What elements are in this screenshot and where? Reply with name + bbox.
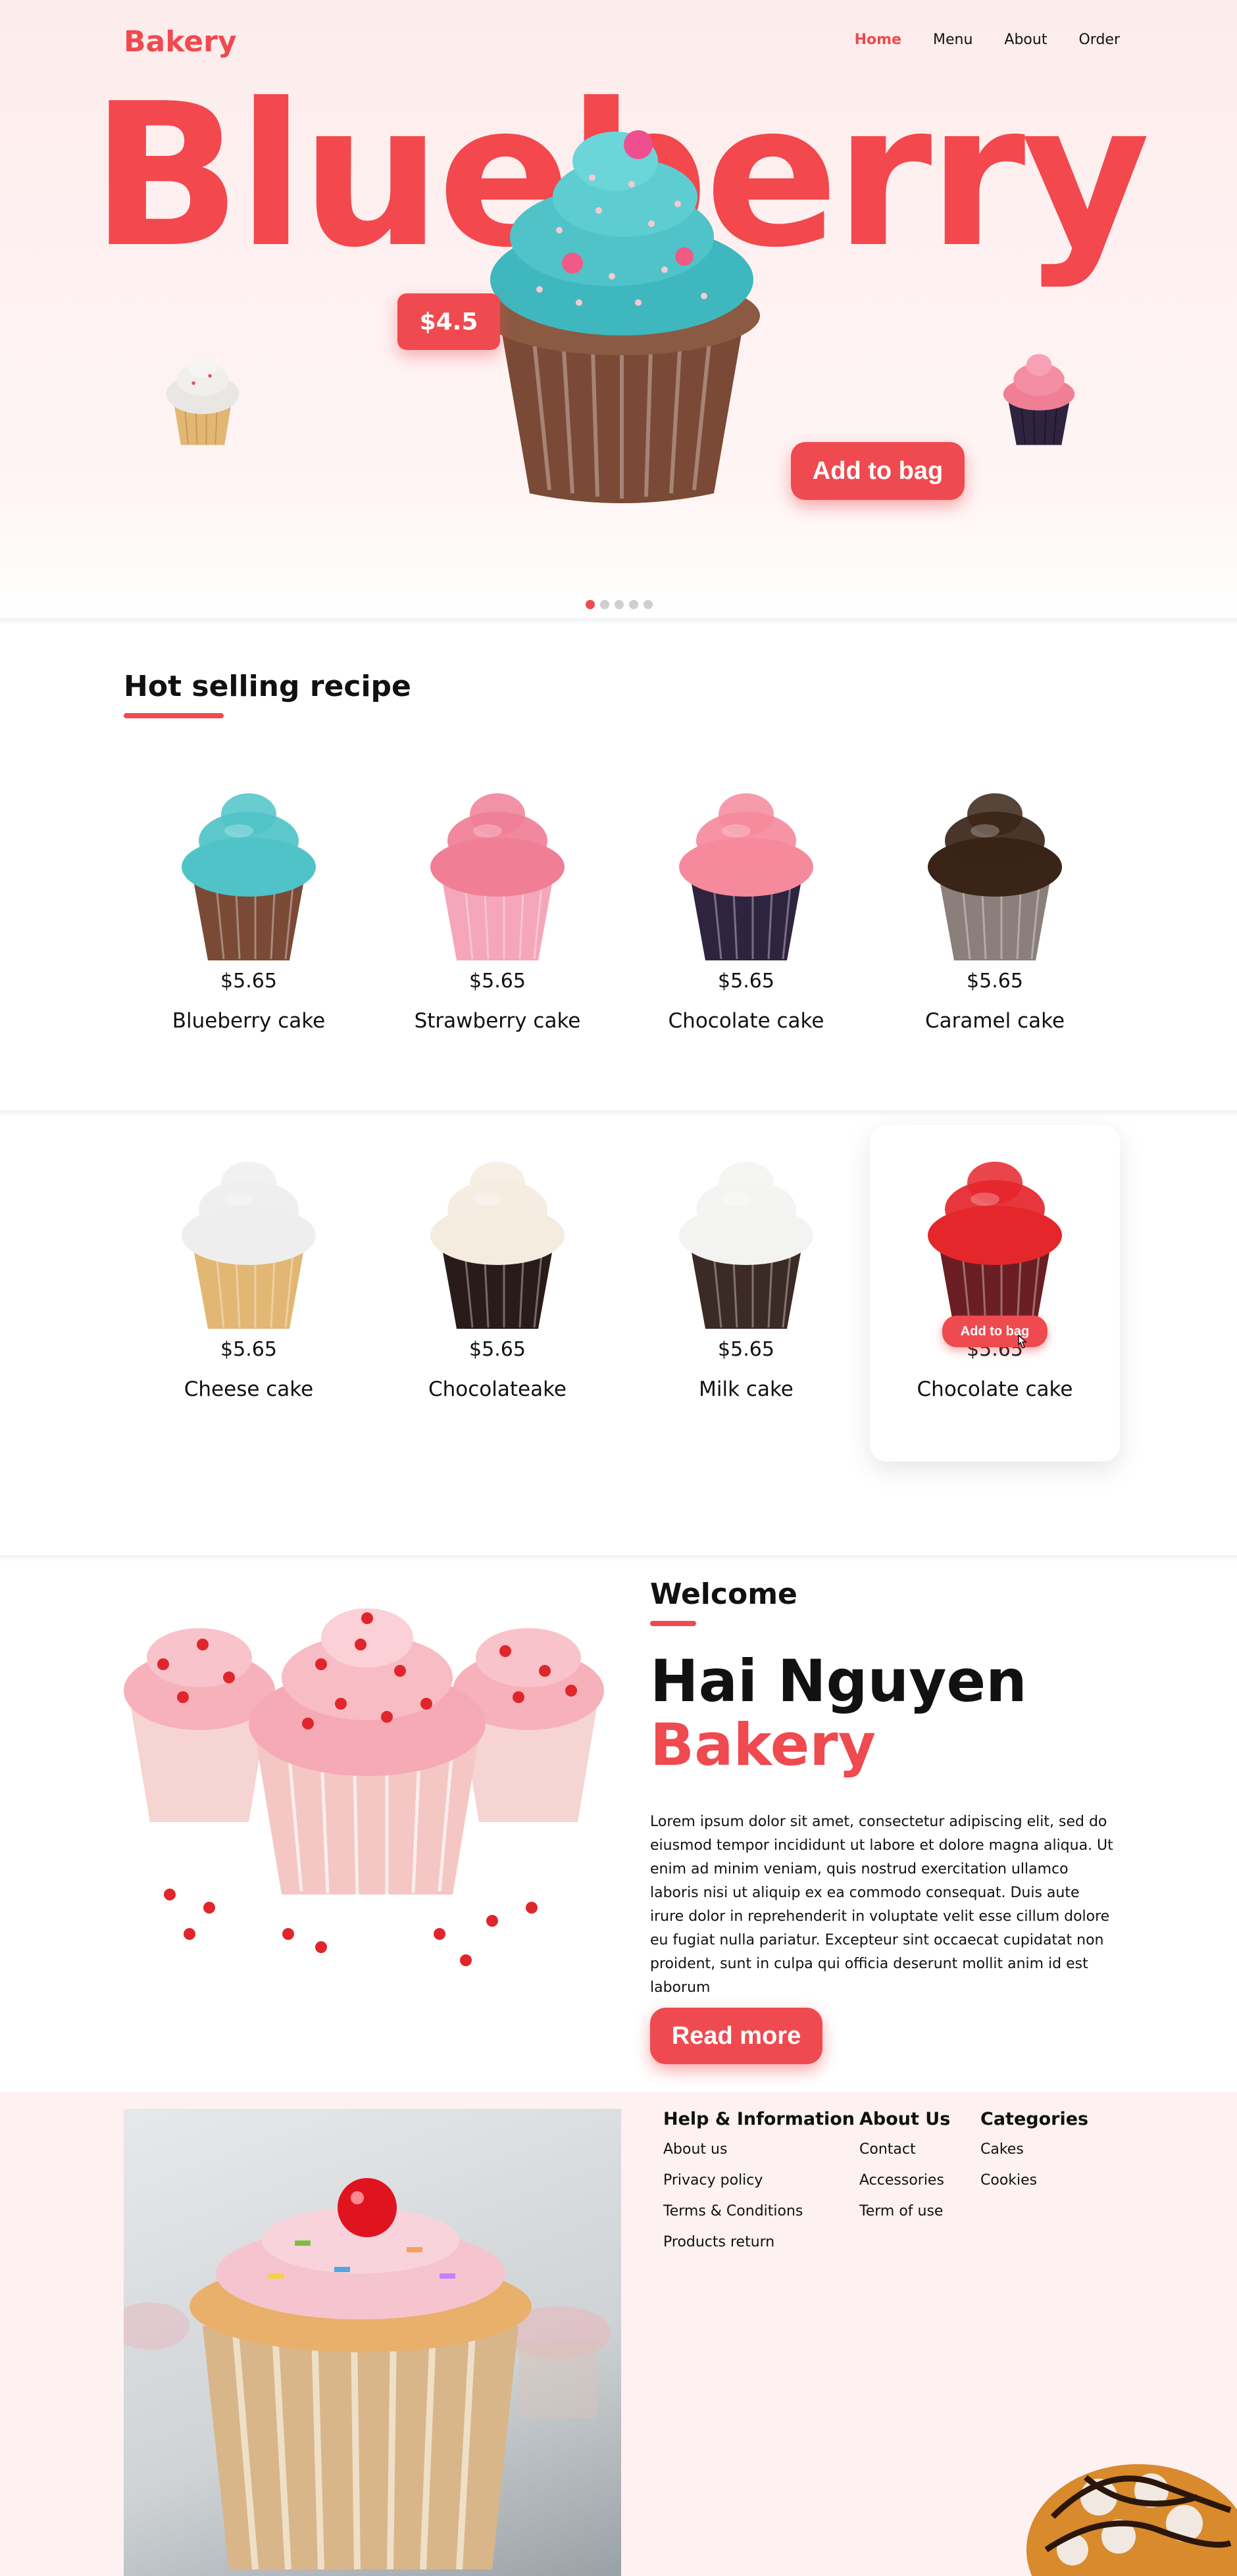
welcome-heading: Welcome [650,1577,797,1611]
product-image[interactable] [170,768,328,966]
product-image[interactable] [667,1137,825,1334]
footer-link-contact[interactable]: Contact [859,2141,950,2158]
product-image[interactable] [667,768,825,966]
product-price: $5.65 [469,970,526,993]
product-price: $5.65 [718,1338,774,1361]
hero-add-to-bag-button[interactable]: Add to bag [791,442,965,500]
bakery-name-line1: Hai Nguyen [650,1647,1027,1715]
section-divider [0,618,1237,625]
carousel-dots [586,600,653,609]
product-card[interactable]: $5.65 Blueberry cake [124,756,374,1093]
footer-help-column: Help & Information About us Privacy poli… [663,2109,855,2265]
product-card[interactable]: $5.65 Cheese cake [124,1125,374,1462]
carousel-dot[interactable] [586,600,595,609]
hero-cupcake-image [480,105,763,507]
hot-selling-title: Hot selling recipe [124,670,411,703]
carousel-dot[interactable] [629,600,638,609]
product-card[interactable]: $5.65 Milk cake [621,1125,871,1462]
footer-link-cakes[interactable]: Cakes [980,2141,1088,2158]
corner-cupcake-image [1026,2438,1237,2576]
nav-about[interactable]: About [1004,32,1047,48]
product-card[interactable]: $5.65 Chocolate cake [621,756,871,1093]
footer-categories-title: Categories [980,2109,1089,2129]
bakery-name-line2: Bakery [650,1710,876,1779]
product-name[interactable]: Caramel cake [870,1009,1120,1033]
welcome-cupcakes-image [124,1566,618,1973]
hero-side-cupcake-left[interactable] [157,339,249,449]
product-card[interactable]: $5.65 Chocolateake [372,1125,622,1462]
product-image[interactable] [170,1137,328,1334]
product-image[interactable] [916,768,1074,966]
footer-link-term-of-use[interactable]: Term of use [859,2203,950,2219]
product-price: $5.65 [967,970,1023,993]
product-name[interactable]: Milk cake [621,1377,871,1401]
hero-section: Bakery Home Menu About Order Blueberry [0,0,1237,618]
title-underline [650,1621,696,1626]
bakery-name: Hai Nguyen Bakery [650,1647,1027,1779]
pointer-cursor-icon [1018,1334,1027,1349]
product-card[interactable]: $5.65 Chocolate cake Add to bag [870,1125,1120,1462]
read-more-button[interactable]: Read more [650,2008,822,2064]
product-name[interactable]: Blueberry cake [124,1009,374,1033]
carousel-dot[interactable] [615,600,624,609]
product-image[interactable] [418,768,576,966]
product-name[interactable]: Chocolateake [372,1377,622,1401]
welcome-body-text: Lorem ipsum dolor sit amet, consectetur … [650,1814,1113,1996]
footer-link-terms[interactable]: Terms & Conditions [663,2203,855,2219]
footer-link-privacy-policy[interactable]: Privacy policy [663,2172,855,2189]
footer-help-title: Help & Information [663,2109,855,2129]
product-price: $5.65 [220,1338,277,1361]
hero-price-tag: $4.5 [397,293,500,350]
nav-menu[interactable]: Menu [933,32,972,48]
product-price: $5.65 [220,970,277,993]
footer-link-products-return[interactable]: Products return [663,2234,855,2250]
section-divider [0,1110,1237,1117]
add-to-bag-button[interactable]: Add to bag [942,1316,1048,1347]
footer-link-accessories[interactable]: Accessories [859,2172,950,2189]
product-name[interactable]: Chocolate cake [870,1377,1120,1401]
footer-link-cookies[interactable]: Cookies [980,2172,1088,2189]
product-price: $5.65 [718,970,774,993]
footer-link-about-us[interactable]: About us [663,2141,855,2158]
carousel-dot[interactable] [644,600,653,609]
product-name[interactable]: Strawberry cake [372,1009,622,1033]
hero-side-cupcake-right[interactable] [991,339,1087,449]
main-nav: Home Menu About Order [855,32,1120,48]
product-name[interactable]: Chocolate cake [621,1009,871,1033]
section-divider [0,1555,1237,1562]
product-image[interactable] [418,1137,576,1334]
footer-cupcake-photo [124,2109,621,2576]
footer-about-title: About Us [859,2109,951,2129]
product-card[interactable]: $5.65 Caramel cake [870,756,1120,1093]
footer-categories-column: Categories Cakes Cookies [980,2109,1088,2203]
nav-order[interactable]: Order [1078,32,1120,48]
footer-about-column: About Us Contact Accessories Term of use [859,2109,950,2234]
title-underline [124,713,224,718]
product-price: $5.65 [469,1338,526,1361]
product-image[interactable] [916,1137,1074,1334]
product-card[interactable]: $5.65 Strawberry cake [372,756,622,1093]
product-name[interactable]: Cheese cake [124,1377,374,1401]
logo[interactable]: Bakery [124,25,237,59]
nav-home[interactable]: Home [855,32,901,48]
carousel-dot[interactable] [600,600,609,609]
